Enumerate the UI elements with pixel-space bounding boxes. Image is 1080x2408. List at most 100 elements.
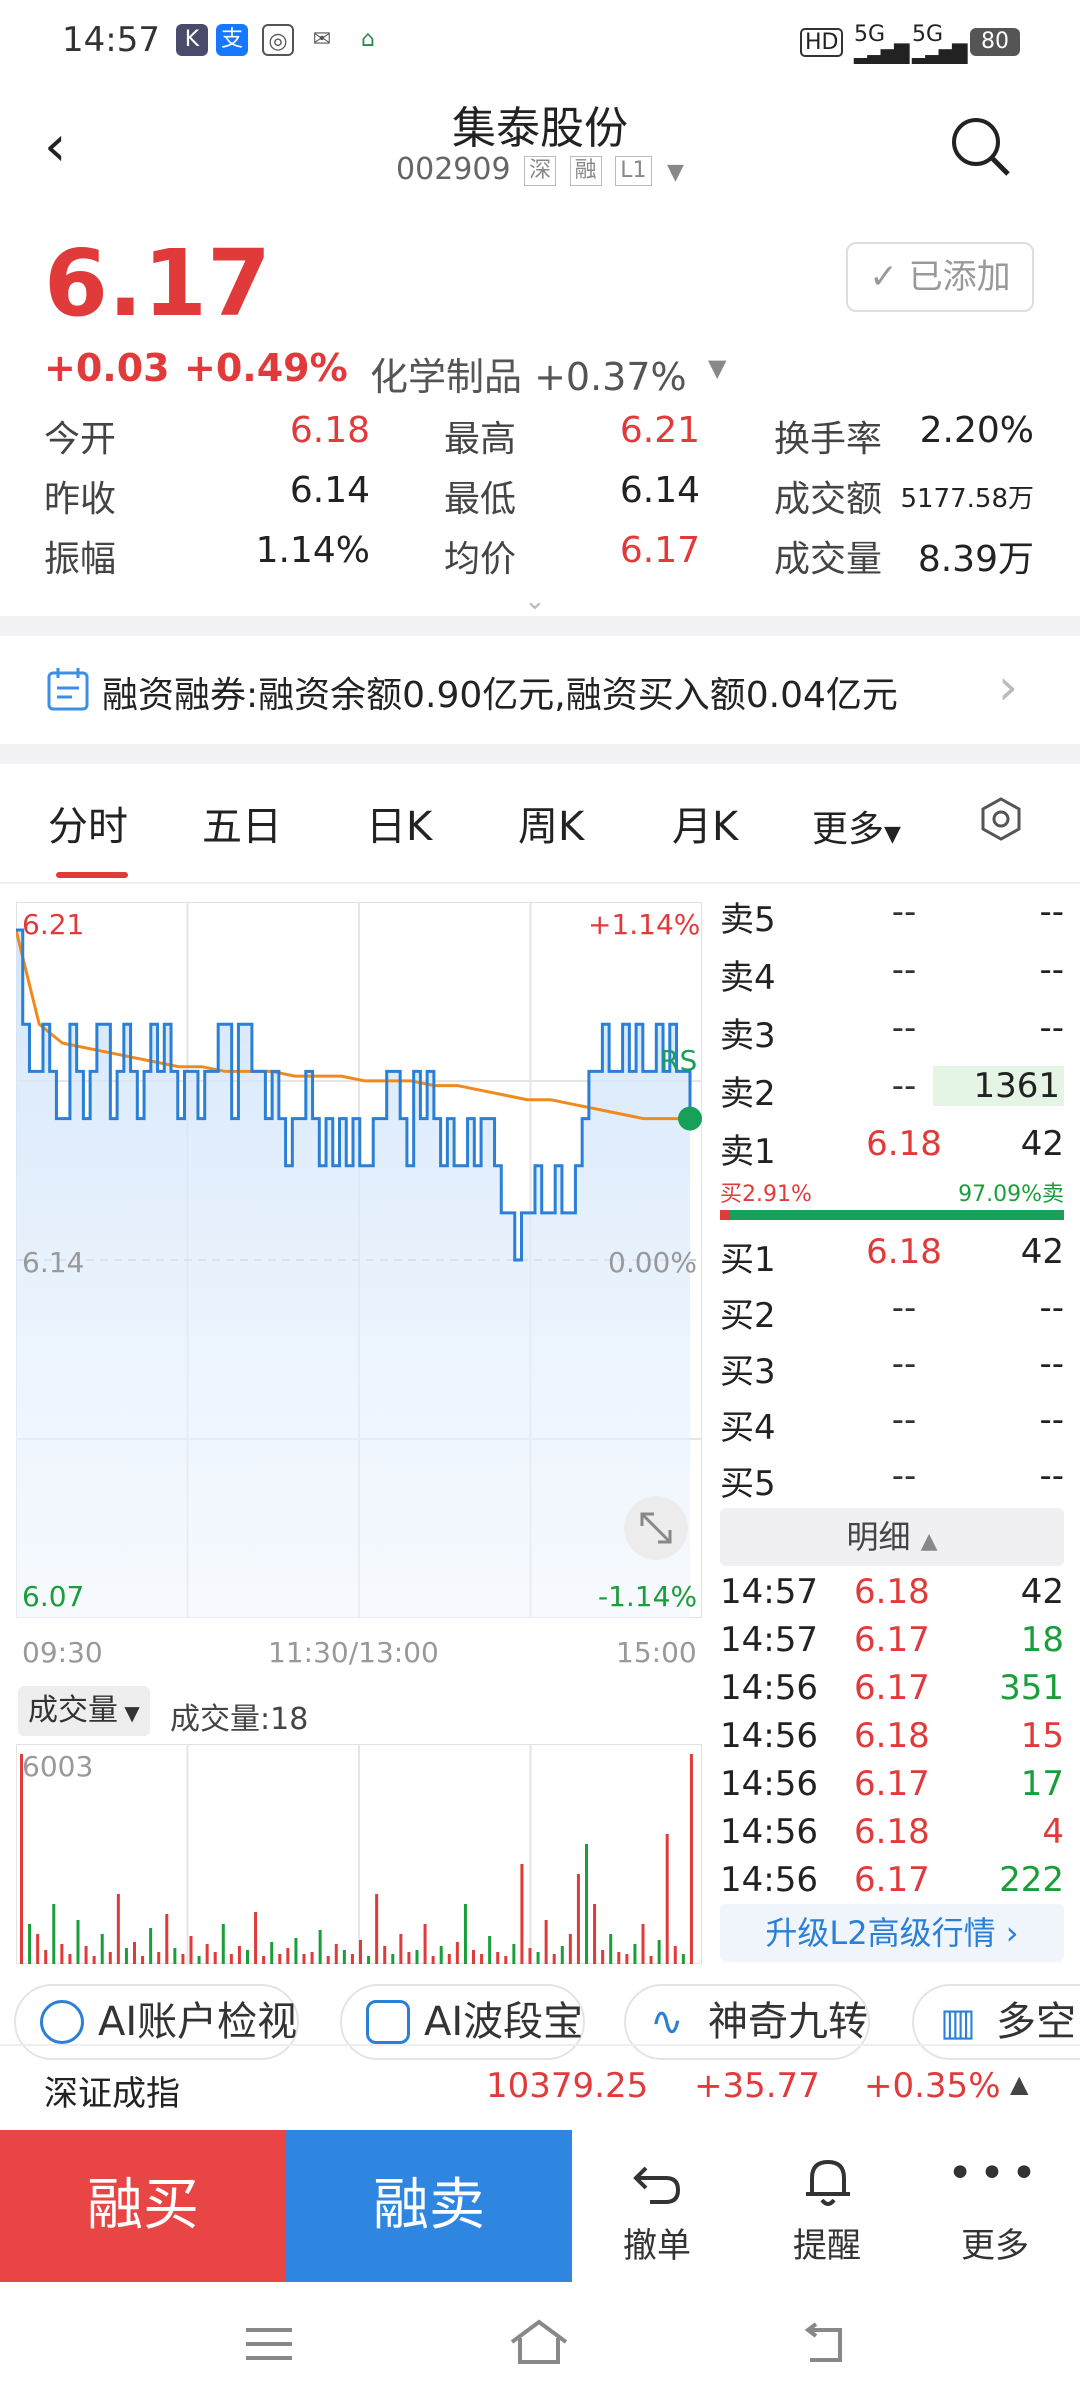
- volume-bar: [237, 1946, 241, 1964]
- buy-ratio-fill: [720, 1210, 730, 1220]
- index-ticker[interactable]: 深证成指 10379.25 +35.77 +0.35% ▲: [0, 2046, 1080, 2130]
- orderbook-price: --: [891, 950, 917, 990]
- tab-intraday[interactable]: 分时: [48, 794, 128, 852]
- tab-active-indicator: [56, 872, 128, 878]
- orderbook-volume: --: [1039, 1344, 1064, 1384]
- tool-long-short-label: 多空: [996, 1999, 1076, 2045]
- stat-label: 今开: [44, 419, 117, 460]
- alert-button[interactable]: 提醒: [742, 2130, 912, 2282]
- orderbook-row[interactable]: 买1 6.18 42: [720, 1232, 1064, 1280]
- volume-bar: [447, 1954, 451, 1964]
- trade-price: 6.18: [854, 1716, 930, 1756]
- volume-bar: [512, 1944, 516, 1964]
- margin-banner[interactable]: 融资融券:融资余额0.90亿元,融资买入额0.04亿元 ›: [0, 636, 1080, 744]
- volume-bar: [617, 1952, 621, 1964]
- volume-bar: [36, 1934, 40, 1964]
- sector-dropdown-icon[interactable]: ▼: [708, 354, 726, 382]
- stock-code: 002909: [396, 152, 511, 187]
- trade-price: 6.17: [854, 1620, 930, 1660]
- details-header[interactable]: 明细 ▲: [720, 1508, 1064, 1566]
- menu-icon[interactable]: [244, 2324, 294, 2364]
- orderbook-volume: --: [1039, 1288, 1064, 1328]
- tab-monthly-k[interactable]: 月K: [672, 794, 738, 852]
- volume-bar: [302, 1954, 306, 1964]
- intraday-chart[interactable]: [16, 902, 702, 1618]
- orderbook-label: 卖5: [720, 900, 776, 940]
- trade-time: 14:56: [720, 1860, 818, 1900]
- app-bank-icon: ⌂: [352, 24, 384, 56]
- orderbook-row[interactable]: 买3 -- --: [720, 1344, 1064, 1392]
- last-price-dot: [678, 1106, 702, 1131]
- tab-more[interactable]: 更多▼: [812, 800, 901, 852]
- orderbook-row[interactable]: 卖5 -- --: [720, 892, 1064, 940]
- stock-name: 集泰股份: [452, 103, 628, 154]
- volume-bar: [681, 1954, 685, 1964]
- sector-change[interactable]: 化学制品 +0.37%: [370, 346, 687, 401]
- tab-daily-k[interactable]: 日K: [366, 794, 432, 852]
- volume-bar: [375, 1894, 379, 1964]
- trade-time: 14:56: [720, 1668, 818, 1708]
- volume-indicator-select[interactable]: 成交量 ▼: [18, 1686, 150, 1736]
- orderbook-row[interactable]: 卖2 -- 1361: [720, 1066, 1064, 1114]
- index-name: 深证成指: [44, 2074, 180, 2114]
- orderbook-label: 买3: [720, 1352, 776, 1392]
- more-label: 更多: [961, 2226, 1029, 2266]
- volume-bar: [133, 1942, 136, 1964]
- cancel-order-label: 撤单: [623, 2226, 691, 2266]
- volume-bar: [665, 1834, 669, 1964]
- volume-bar: [270, 1942, 274, 1964]
- orderbook-row[interactable]: 卖4 -- --: [720, 950, 1064, 998]
- volume-bar: [576, 1874, 580, 1964]
- volume-bar: [359, 1940, 362, 1964]
- orderbook-price: 6.18: [866, 1124, 942, 1164]
- price-area: [16, 930, 690, 1618]
- time-end-label: 15:00: [616, 1636, 697, 1669]
- margin-buy-button[interactable]: 融买: [0, 2130, 286, 2282]
- volume-bar: [552, 1954, 556, 1964]
- orderbook-label: 买5: [720, 1464, 776, 1504]
- trade-price: 6.17: [854, 1668, 930, 1708]
- stat-label: 成交量: [774, 539, 883, 580]
- orderbook-price: --: [891, 1008, 917, 1048]
- hd-icon: HD: [800, 28, 844, 57]
- sell-ratio-label: 97.09%卖: [958, 1182, 1064, 1207]
- expand-chevron-icon[interactable]: ⌄: [524, 586, 546, 616]
- volume-bar: [76, 1920, 80, 1964]
- trade-volume: 17: [1020, 1764, 1064, 1804]
- trade-time: 14:56: [720, 1716, 818, 1756]
- orderbook-row[interactable]: 买5 -- --: [720, 1456, 1064, 1504]
- added-watchlist-button[interactable]: ✓ 已添加: [846, 242, 1034, 312]
- tab-weekly-k[interactable]: 周K: [518, 794, 584, 852]
- stock-code-row[interactable]: 002909 深 融 L1 ▼: [0, 152, 1080, 187]
- chart-settings-icon[interactable]: [978, 796, 1024, 842]
- back-nav-icon[interactable]: [798, 2322, 848, 2366]
- collapse-up-icon[interactable]: ▲: [1010, 2070, 1028, 2098]
- cancel-order-button[interactable]: 撤单: [572, 2130, 742, 2282]
- details-header-label: 明细: [846, 1518, 911, 1556]
- more-button[interactable]: ••• 更多: [910, 2130, 1080, 2282]
- tab-five-day[interactable]: 五日: [202, 794, 282, 852]
- stat-label: 最高: [444, 419, 517, 460]
- tool-ai-account-label: AI账户检视: [98, 1999, 298, 2045]
- wechat-icon: ✉: [306, 24, 338, 56]
- margin-sell-button[interactable]: 融卖: [286, 2130, 572, 2282]
- volume-bar: [439, 1946, 443, 1964]
- trade-volume: 18: [1020, 1620, 1064, 1660]
- search-icon[interactable]: [948, 114, 1014, 180]
- signal-bars-icon: ▂▃▅▇: [854, 40, 910, 64]
- orderbook-row[interactable]: 卖3 -- --: [720, 1008, 1064, 1056]
- volume-bar: [221, 1924, 225, 1964]
- trade-price: 6.17: [854, 1764, 930, 1804]
- stock-header: ‹ 集泰股份 002909 深 融 L1 ▼: [0, 84, 1080, 210]
- y-max-label: 6.21: [22, 908, 85, 941]
- orderbook-price: --: [891, 892, 917, 932]
- volume-bar: [197, 1956, 201, 1964]
- tabs-divider: [0, 882, 1080, 884]
- orderbook-row[interactable]: 买4 -- --: [720, 1400, 1064, 1448]
- trade-price: 6.18: [854, 1812, 930, 1852]
- orderbook-row[interactable]: 卖1 6.18 42: [720, 1124, 1064, 1172]
- home-icon[interactable]: [508, 2318, 570, 2368]
- orderbook-row[interactable]: 买2 -- --: [720, 1288, 1064, 1336]
- upgrade-l2-link[interactable]: 升级L2高级行情 ›: [720, 1904, 1064, 1962]
- volume-bar: [568, 1934, 572, 1964]
